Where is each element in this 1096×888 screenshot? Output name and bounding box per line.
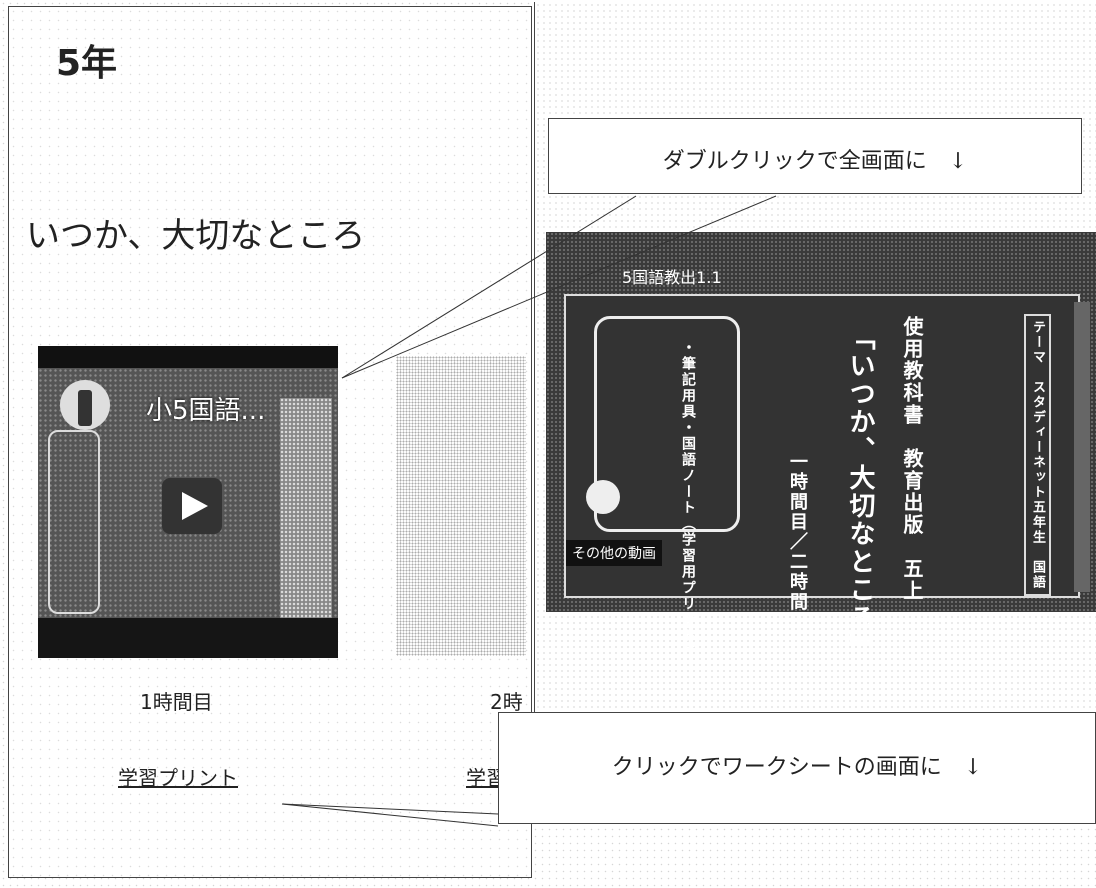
thumbnail-top-bar xyxy=(38,346,338,368)
thumbnail-bottom-bar xyxy=(38,618,338,658)
thumbnail-title: 小5国語... xyxy=(146,396,266,426)
thumbnail-text-strip xyxy=(280,398,332,618)
lesson-title: いつか、大切なところ xyxy=(26,216,366,256)
board-time-text: 一時間目／二時間 xyxy=(787,452,808,612)
callout-click-worksheet: クリックでワークシートの画面に ↓ xyxy=(498,712,1096,824)
period-1-label: 1時間目 xyxy=(140,690,213,714)
channel-logo-icon xyxy=(60,380,110,430)
board-items-text: ・筆記用具・国語ノート（学習用プリント） xyxy=(680,340,696,660)
video-thumbnail[interactable]: 小5国語... xyxy=(38,346,338,658)
print-link-1[interactable]: 学習プリント xyxy=(118,762,238,791)
video-title: 5国語教出1.1 xyxy=(622,268,722,287)
period-2-label: 2時 xyxy=(490,690,523,714)
board-right-text: テーマ スタディーネット五年生 国語 xyxy=(1024,314,1051,596)
more-videos-label[interactable]: その他の動画 xyxy=(566,540,662,566)
teacher-icon xyxy=(586,480,620,514)
video-scrollbar xyxy=(1074,302,1090,592)
grade-heading: 5年 xyxy=(56,43,118,84)
video-player[interactable]: 5国語教出1.1 ・筆記用具・国語ノート（学習用プリント） 一時間目／二時間 「… xyxy=(546,232,1096,660)
play-icon[interactable] xyxy=(162,478,222,534)
dithered-area xyxy=(396,356,526,656)
board-lesson-text: 「いつか、大切なところ」 xyxy=(845,324,875,660)
thumbnail-note-box xyxy=(48,430,100,614)
callout-double-click: ダブルクリックで全画面に ↓ xyxy=(548,118,1082,194)
board-textbook-text: 使用教科書 教育出版 五上 xyxy=(900,316,924,602)
